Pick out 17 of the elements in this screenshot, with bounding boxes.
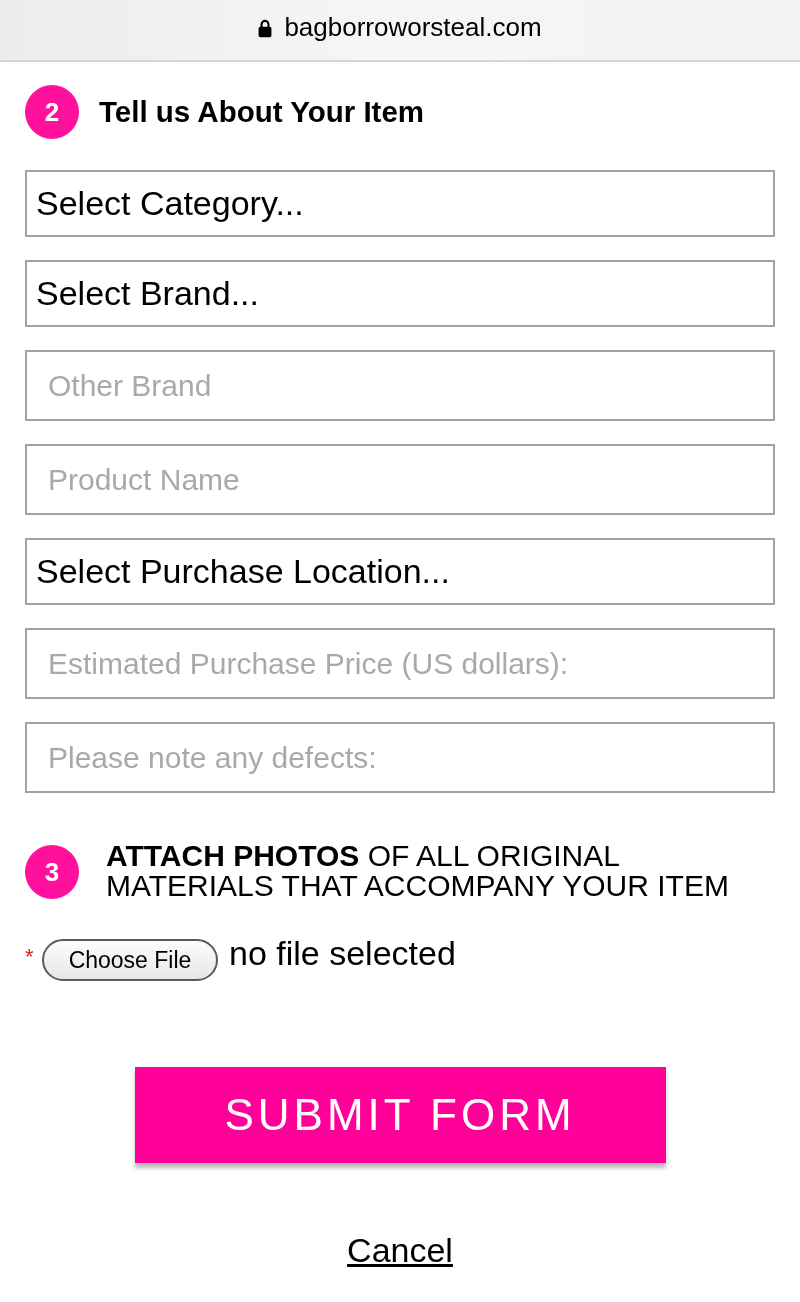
- required-asterisk: *: [25, 944, 35, 970]
- dropdown-field[interactable]: Select Category...: [25, 170, 775, 237]
- cancel-link[interactable]: Cancel: [347, 1231, 453, 1270]
- dropdown-field[interactable]: Select Purchase Location...: [25, 538, 775, 605]
- dropdown-field[interactable]: Select Brand...: [25, 260, 775, 327]
- choose-file-button[interactable]: Choose File: [42, 939, 218, 981]
- text-input-field[interactable]: Please note any defects:: [25, 722, 775, 793]
- text-input-field[interactable]: Estimated Purchase Price (US dollars):: [25, 628, 775, 699]
- text-input-field[interactable]: Product Name: [25, 444, 775, 515]
- step-number: 2: [25, 85, 79, 139]
- section-title: Tell us About Your Item: [99, 95, 425, 129]
- text-input-field[interactable]: Other Brand: [25, 350, 775, 421]
- url-text[interactable]: bagborroworsteal.com: [284, 11, 542, 43]
- file-status-text: no file selected: [229, 933, 456, 973]
- submit-button[interactable]: SUBMIT FORM: [134, 1067, 666, 1163]
- instruction-text: ATTACH PHOTOS OF ALL ORIGINAL MATERIALS THAT ACCOMPANY YOUR ITEM: [106, 841, 730, 901]
- step-number: 3: [25, 845, 79, 899]
